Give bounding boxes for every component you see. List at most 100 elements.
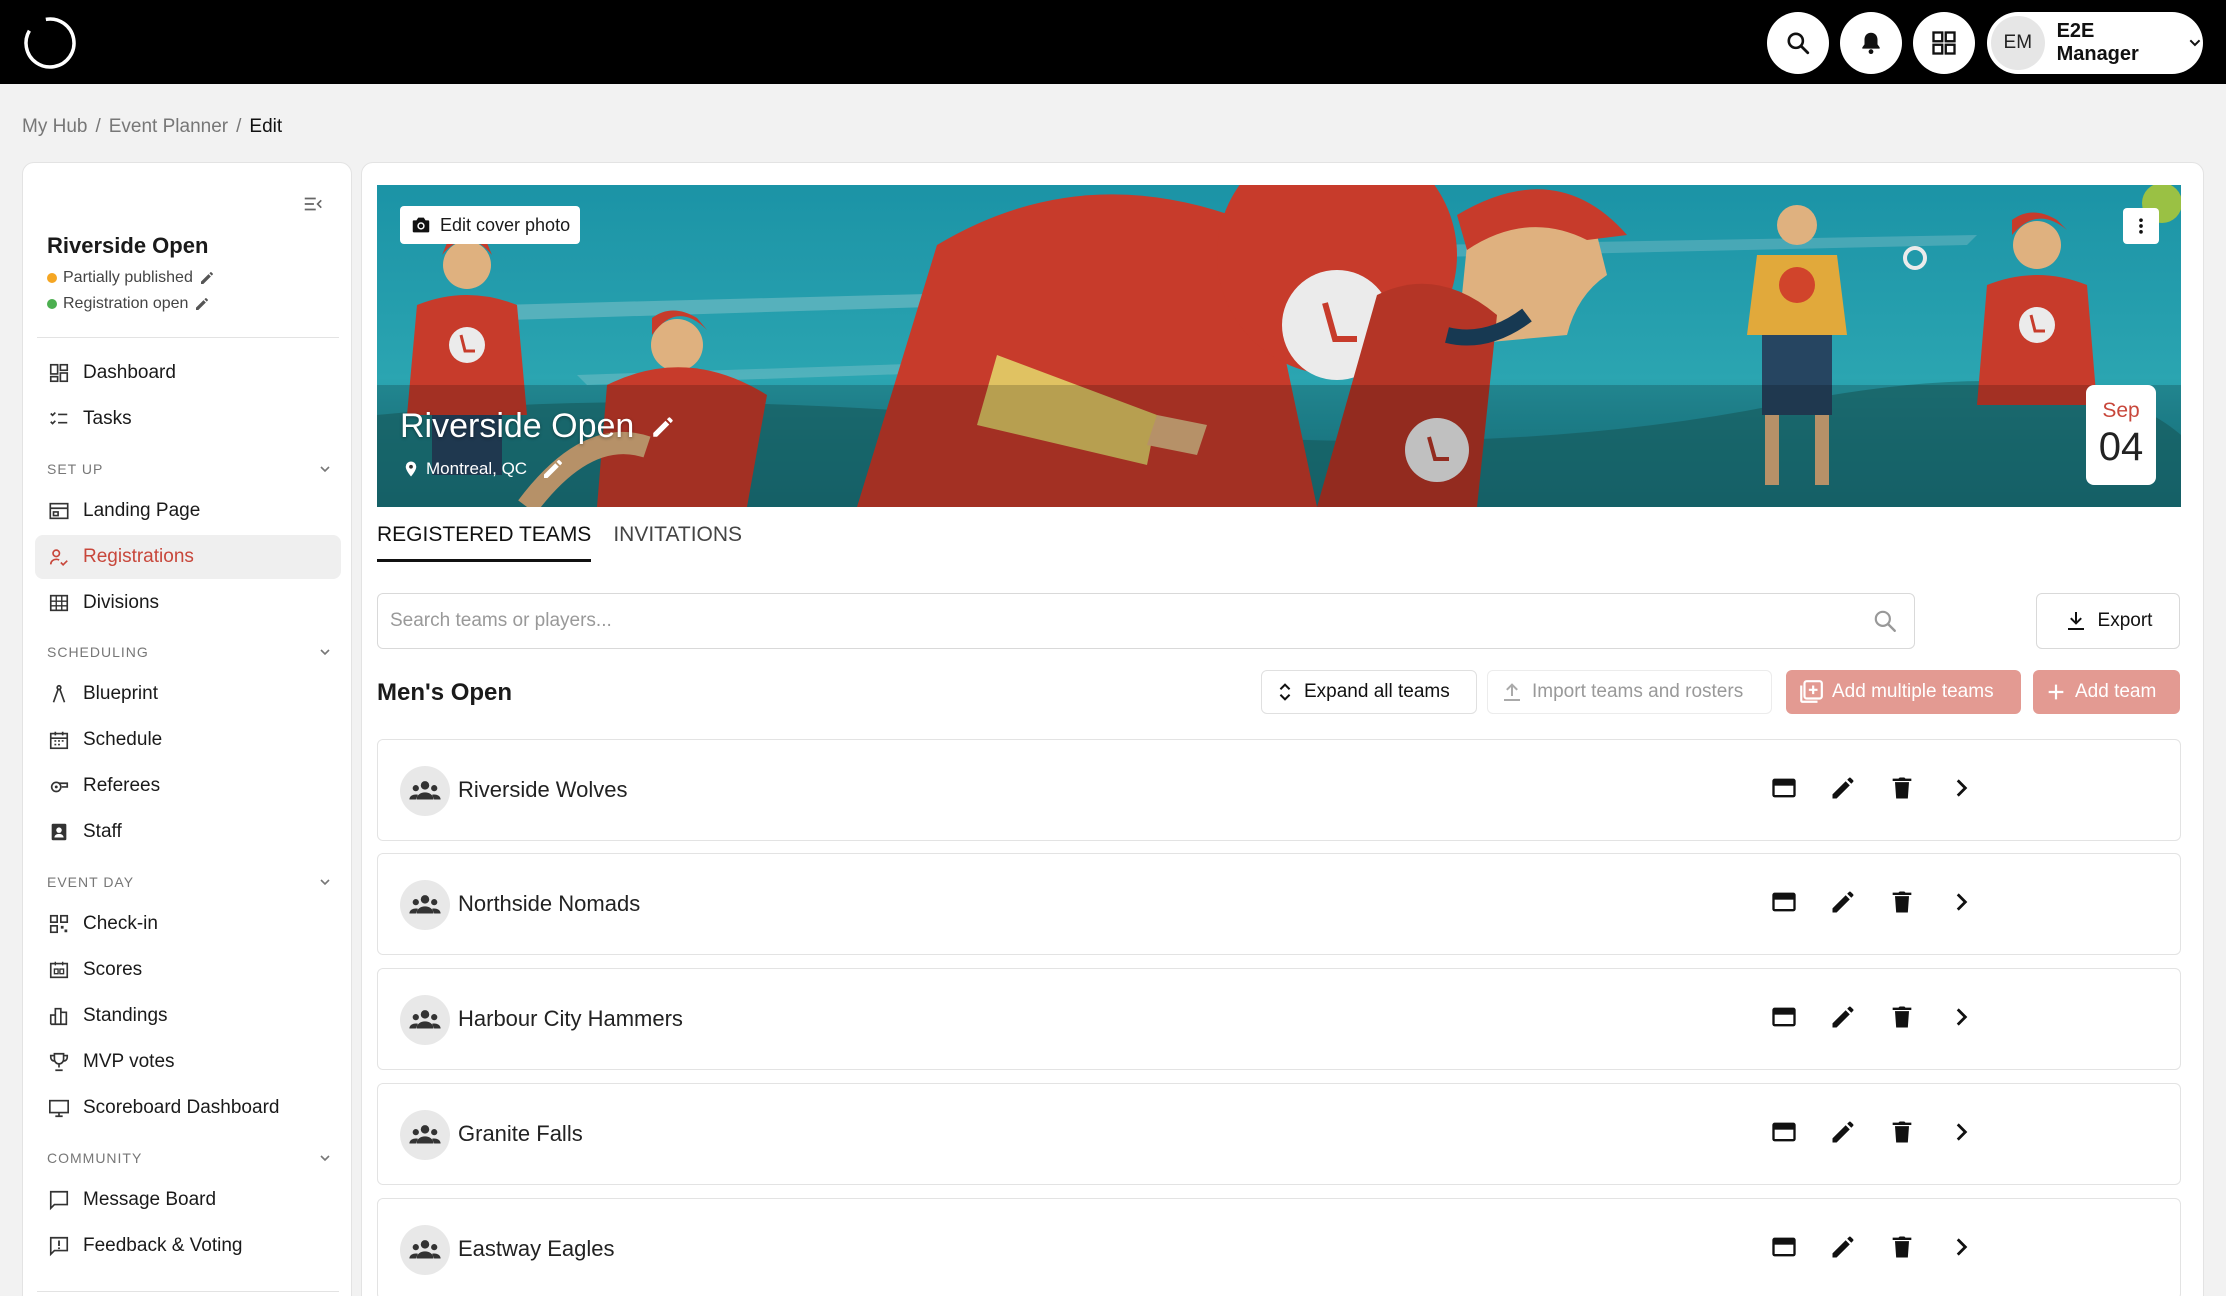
search-button[interactable] [1767, 12, 1829, 74]
edit-cover-photo-button[interactable]: Edit cover photo [400, 206, 581, 244]
user-menu[interactable]: EM E2E Manager [1987, 12, 2203, 74]
pencil-icon[interactable] [650, 414, 676, 440]
status-registration[interactable]: Registration open [47, 295, 210, 313]
user-name: E2E Manager [2056, 20, 2139, 65]
trash-icon[interactable] [1888, 888, 1916, 916]
sidebar-item-label: MVP votes [83, 1051, 175, 1072]
sidebar-item-scores[interactable]: Scores [35, 948, 341, 992]
collapse-sidebar-icon[interactable] [302, 193, 324, 215]
team-group-icon [400, 880, 450, 930]
expand-all-teams-button[interactable]: Expand all teams [1261, 670, 1477, 714]
credit-card-icon[interactable] [1770, 1118, 1798, 1146]
sidebar-item-label: Message Board [83, 1189, 217, 1210]
pencil-icon[interactable] [1829, 1003, 1857, 1031]
team-row[interactable]: Northside Nomads [377, 853, 2181, 955]
trash-icon[interactable] [1888, 774, 1916, 802]
trophy-icon [47, 1050, 71, 1074]
pencil-icon[interactable] [194, 296, 210, 312]
team-row[interactable]: Harbour City Hammers [377, 968, 2181, 1070]
trash-icon[interactable] [1888, 1233, 1916, 1261]
sidebar-item-label: Referees [83, 775, 161, 796]
status-dot [47, 273, 57, 283]
registrations-icon [47, 545, 71, 569]
team-actions [1770, 774, 1975, 802]
status-dot [47, 299, 57, 309]
sidebar-item-dashboard[interactable]: Dashboard [35, 351, 341, 395]
section-community[interactable]: COMMUNITY [47, 1150, 333, 1166]
sidebar-item-feedback-voting[interactable]: Feedback & Voting [35, 1224, 341, 1268]
sidebar-item-schedule[interactable]: Schedule [35, 718, 341, 762]
feedback-icon [47, 1234, 71, 1258]
pencil-icon[interactable] [1829, 888, 1857, 916]
pencil-icon[interactable] [1829, 1118, 1857, 1146]
chevron-right-icon[interactable] [1947, 1003, 1975, 1031]
sidebar-item-tasks[interactable]: Tasks [35, 397, 341, 441]
export-button[interactable]: Export [2036, 593, 2180, 649]
chevron-right-icon[interactable] [1947, 1118, 1975, 1146]
chevron-right-icon[interactable] [1947, 774, 1975, 802]
sidebar-item-label: Tasks [83, 408, 132, 429]
team-row[interactable]: Granite Falls [377, 1083, 2181, 1185]
chevron-right-icon[interactable] [1947, 888, 1975, 916]
search-icon[interactable] [1872, 608, 1898, 634]
import-label: Import teams and rosters [1532, 681, 1744, 702]
add-multiple-teams-button[interactable]: Add multiple teams [1786, 670, 2021, 714]
sidebar-item-standings[interactable]: Standings [35, 994, 341, 1038]
sidebar-item-landing-page[interactable]: Landing Page [35, 489, 341, 533]
sidebar-item-label: Blueprint [83, 683, 158, 704]
chevron-right-icon[interactable] [1947, 1233, 1975, 1261]
location-pin-icon [405, 461, 417, 477]
tab-invitations[interactable]: INVITATIONS [613, 523, 742, 562]
status-label: Partially published [63, 269, 193, 286]
search-input[interactable] [390, 594, 1830, 648]
sidebar-item-label: Dashboard [83, 362, 176, 383]
sidebar-item-referees[interactable]: Referees [35, 764, 341, 808]
app-logo-icon[interactable] [22, 15, 78, 71]
event-date-day: 04 [2098, 425, 2144, 469]
pencil-icon[interactable] [1829, 1233, 1857, 1261]
team-row[interactable]: Eastway Eagles [377, 1198, 2181, 1296]
breadcrumb-separator: / [236, 116, 242, 137]
tab-bar: REGISTERED TEAMS INVITATIONS [377, 523, 742, 562]
breadcrumb-event-planner[interactable]: Event Planner [109, 116, 228, 138]
sidebar-item-mvp-votes[interactable]: MVP votes [35, 1040, 341, 1084]
trash-icon[interactable] [1888, 1003, 1916, 1031]
sidebar-item-label: Divisions [83, 592, 160, 613]
section-label: SCHEDULING [47, 644, 149, 660]
pencil-icon[interactable] [541, 457, 565, 481]
section-event-day[interactable]: EVENT DAY [47, 874, 333, 890]
sidebar-item-divisions[interactable]: Divisions [35, 581, 341, 625]
team-row[interactable]: Riverside Wolves [377, 739, 2181, 841]
team-actions [1770, 1233, 1975, 1261]
status-published[interactable]: Partially published [47, 269, 215, 287]
avatar: EM [1991, 16, 2045, 70]
section-scheduling[interactable]: SCHEDULING [47, 644, 333, 660]
more-options-button[interactable] [2123, 208, 2159, 244]
download-icon [2067, 612, 2084, 630]
pencil-icon[interactable] [199, 270, 215, 286]
sidebar-item-registrations[interactable]: Registrations [35, 535, 341, 579]
apps-button[interactable] [1913, 12, 1975, 74]
section-set-up[interactable]: SET UP [47, 461, 333, 477]
sidebar-item-label: Scoreboard Dashboard [83, 1097, 280, 1118]
trash-icon[interactable] [1888, 1118, 1916, 1146]
add-team-button[interactable]: Add team [2033, 670, 2180, 714]
sidebar-item-message-board[interactable]: Message Board [35, 1178, 341, 1222]
sidebar-item-staff[interactable]: Staff [35, 810, 341, 854]
credit-card-icon[interactable] [1770, 1003, 1798, 1031]
bell-icon [1862, 32, 1880, 55]
pencil-icon[interactable] [1829, 774, 1857, 802]
breadcrumb-my-hub[interactable]: My Hub [22, 116, 87, 138]
sidebar-item-check-in[interactable]: Check-in [35, 902, 341, 946]
credit-card-icon[interactable] [1770, 774, 1798, 802]
notifications-button[interactable] [1840, 12, 1902, 74]
add-team-label: Add team [2075, 681, 2157, 702]
sidebar-item-scoreboard-dashboard[interactable]: Scoreboard Dashboard [35, 1086, 341, 1130]
credit-card-icon[interactable] [1770, 888, 1798, 916]
tab-registered-teams[interactable]: REGISTERED TEAMS [377, 523, 592, 562]
sidebar-item-blueprint[interactable]: Blueprint [35, 672, 341, 716]
import-teams-button[interactable]: Import teams and rosters [1487, 670, 1772, 714]
chevron-down-icon [2189, 39, 2201, 47]
sidebar-item-label: Landing Page [83, 500, 201, 521]
credit-card-icon[interactable] [1770, 1233, 1798, 1261]
